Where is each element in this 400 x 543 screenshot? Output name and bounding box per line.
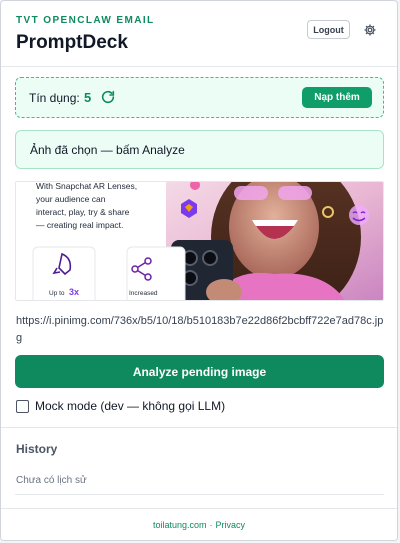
section-divider — [1, 427, 397, 428]
site-link[interactable]: toilatung.com — [153, 520, 207, 530]
footer-separator: · — [209, 520, 213, 530]
app-title: PromptDeck — [16, 32, 128, 53]
footer: toilatung.com · Privacy — [1, 508, 397, 540]
card1-label: Up to — [49, 290, 65, 297]
preview-image: With Snapchat AR Lenses, your audience c… — [16, 182, 383, 300]
mock-mode-checkbox[interactable] — [16, 399, 29, 413]
status-message: Ảnh đã chọn — bấm Analyze — [30, 143, 185, 157]
status-box: Ảnh đã chọn — bấm Analyze — [15, 130, 384, 169]
extension-panel: TVT OPENCLAW EMAIL PromptDeck Logout Tín… — [0, 0, 398, 541]
mock-mode-label[interactable]: Mock mode (dev — không gọi LLM) — [35, 399, 225, 413]
credits-box: Tín dụng: 5 Nạp thêm — [15, 77, 384, 118]
image-url: https://i.pinimg.com/736x/b5/10/18/b5101… — [16, 315, 384, 344]
ad-text-line: — creating real impact. — [36, 220, 123, 230]
footer-links: toilatung.com · Privacy — [1, 520, 397, 530]
topup-button[interactable]: Nạp thêm — [302, 87, 372, 108]
ad-text-line: your audience can — [36, 194, 106, 204]
refresh-icon — [101, 90, 115, 104]
privacy-link[interactable]: Privacy — [216, 520, 246, 530]
logout-button[interactable]: Logout — [307, 20, 350, 39]
history-empty-text: Chưa có lịch sử — [16, 475, 87, 486]
credits-label: Tín dụng: — [29, 91, 80, 105]
header: TVT OPENCLAW EMAIL PromptDeck Logout — [1, 1, 397, 67]
ad-text-line: With Snapchat AR Lenses, — [36, 182, 137, 191]
gear-icon — [364, 24, 376, 36]
ad-text-line: interact, play, try & share — [36, 207, 130, 217]
mock-mode-row[interactable]: Mock mode (dev — không gọi LLM) — [16, 398, 225, 414]
card1-value: 3x — [69, 287, 79, 297]
refresh-credits-button[interactable] — [100, 89, 116, 105]
credits-value: 5 — [84, 90, 92, 105]
card2-label: Increased — [129, 290, 158, 297]
history-divider — [15, 494, 384, 495]
brand-eyebrow: TVT OPENCLAW EMAIL — [16, 15, 155, 26]
analyze-button[interactable]: Analyze pending image — [15, 355, 384, 388]
image-preview: With Snapchat AR Lenses, your audience c… — [15, 181, 384, 301]
settings-button[interactable] — [361, 21, 379, 39]
history-title: History — [16, 442, 58, 456]
